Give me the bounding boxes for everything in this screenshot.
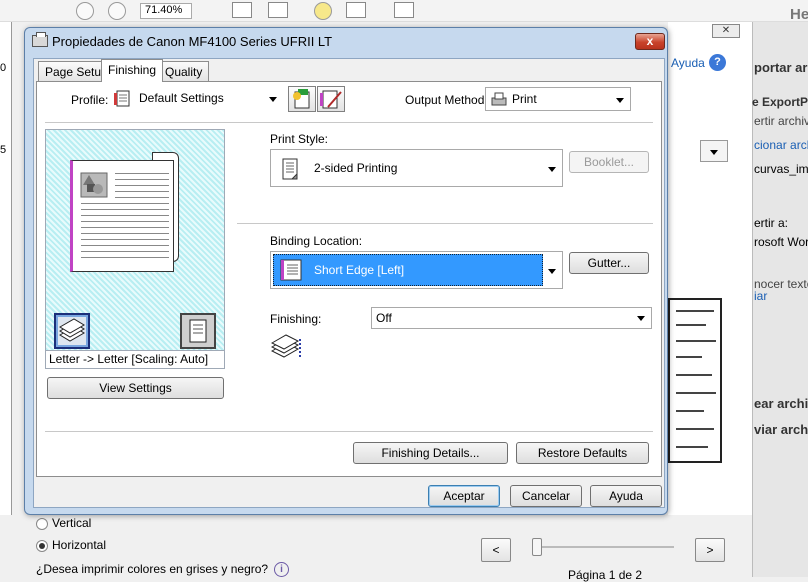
finishing-label: Finishing:	[270, 312, 322, 326]
background-document-edge: 0 5	[0, 22, 12, 577]
output-method-label: Output Method:	[405, 93, 488, 107]
finishing-collate-icon	[270, 334, 301, 359]
page-thumbnail[interactable]	[668, 298, 722, 463]
restore-defaults-button[interactable]: Restore Defaults	[516, 442, 649, 464]
zoom-in-icon[interactable]	[108, 2, 126, 20]
gray-print-question: ¿Desea imprimir colores en grises y negr…	[36, 562, 269, 576]
word-option[interactable]: rosoft Word	[754, 235, 808, 249]
background-close-icon[interactable]: ✕	[712, 24, 740, 38]
info-icon[interactable]: i	[274, 562, 289, 577]
page-layout-icon[interactable]	[180, 313, 216, 349]
create-heading: ear archivo	[754, 396, 808, 411]
print-style-label: Print Style:	[270, 132, 329, 146]
preview-shapes-icon	[80, 172, 108, 198]
binding-location-select[interactable]: Short Edge [Left]	[270, 251, 563, 289]
cancel-button[interactable]: Cancelar	[510, 485, 582, 507]
tab-finishing[interactable]: Finishing	[101, 59, 164, 82]
two-page-icon[interactable]	[268, 2, 288, 18]
page-slider-thumb[interactable]	[532, 538, 542, 556]
add-profile-icon	[293, 89, 310, 109]
zoom-level-field[interactable]: 71.40%	[140, 3, 192, 19]
edit-profile-button[interactable]	[317, 86, 345, 112]
printer-properties-dialog: Propiedades de Canon MF4100 Series UFRII…	[24, 27, 668, 515]
binding-left-icon	[280, 259, 302, 281]
profile-icon	[114, 90, 130, 107]
dialog-title: Propiedades de Canon MF4100 Series UFRII…	[52, 34, 333, 49]
binding-location-label: Binding Location:	[270, 234, 363, 248]
print-icon	[491, 92, 507, 106]
dialog-client-area: Page Setup Finishing Quality Profile: De…	[33, 58, 665, 508]
background-header-text: He	[790, 6, 808, 23]
profile-label: Profile:	[71, 93, 109, 107]
page-indicator: Página 1 de 2	[568, 568, 643, 582]
profile-select[interactable]: Default Settings	[109, 87, 283, 111]
close-button[interactable]: x	[635, 33, 665, 50]
finishing-details-button[interactable]: Finishing Details...	[353, 442, 508, 464]
share-icon[interactable]	[394, 2, 414, 18]
preview-caption: Letter -> Letter [Scaling: Auto]	[45, 351, 225, 369]
two-sided-icon	[282, 158, 298, 180]
footer-separator	[45, 431, 653, 432]
view-settings-button[interactable]: View Settings	[47, 377, 224, 399]
tab-quality[interactable]: Quality	[158, 61, 210, 81]
help-link[interactable]: Ayuda	[671, 56, 705, 70]
page-slider-track[interactable]	[534, 546, 674, 548]
stapled-output-icon[interactable]	[54, 313, 90, 349]
change-link[interactable]: iar	[754, 289, 767, 303]
finishing-select[interactable]: Off	[371, 307, 652, 329]
convert-to-label: ertir a:	[754, 216, 789, 230]
preview-sheet	[70, 160, 174, 272]
background-file-name: curvas_impri	[754, 162, 808, 176]
edit-profile-icon	[320, 90, 342, 109]
vertical-radio[interactable]	[36, 518, 48, 530]
ok-button[interactable]: Aceptar	[428, 485, 500, 507]
next-page-button[interactable]: >	[695, 538, 725, 562]
export-heading: portar archivo	[754, 60, 808, 75]
convert-text: ertir archivos	[754, 114, 808, 128]
style-separator	[237, 223, 653, 224]
horizontal-label: Horizontal	[52, 538, 107, 552]
sign-icon[interactable]	[346, 2, 366, 18]
printer-icon	[32, 32, 48, 47]
select-file-link[interactable]: cionar archivo	[754, 138, 808, 152]
booklet-button[interactable]: Booklet...	[569, 151, 649, 173]
print-style-select[interactable]: 2-sided Printing	[270, 149, 563, 187]
help-button[interactable]: Ayuda	[590, 485, 662, 507]
fit-page-icon[interactable]	[232, 2, 252, 18]
horizontal-radio[interactable]	[36, 540, 48, 552]
comment-icon[interactable]	[314, 2, 332, 20]
finishing-tab-page: Profile: Default Settings Output Method:…	[36, 81, 662, 477]
add-profile-button[interactable]	[288, 86, 316, 112]
previous-page-button[interactable]: <	[481, 538, 511, 562]
vertical-label: Vertical	[52, 516, 92, 530]
send-heading: viar archivos	[754, 422, 808, 437]
gutter-button[interactable]: Gutter...	[569, 252, 649, 274]
export-sub: e ExportPDF	[752, 95, 808, 109]
header-separator	[45, 122, 653, 123]
layout-preview	[45, 129, 225, 351]
help-icon[interactable]: ?	[709, 54, 726, 71]
background-dropdown[interactable]	[700, 140, 728, 162]
output-method-select[interactable]: Print	[485, 87, 631, 111]
background-toolbar: 71.40%	[0, 0, 808, 22]
zoom-out-icon[interactable]	[76, 2, 94, 20]
